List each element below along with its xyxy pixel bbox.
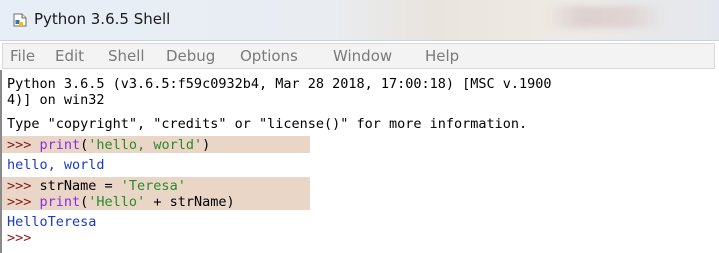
menu-shell[interactable]: Shell bbox=[108, 47, 145, 65]
title-bar[interactable]: Python 3.6.5 Shell bbox=[0, 0, 719, 41]
string-literal: 'hello, world' bbox=[88, 137, 203, 153]
string-literal: 'Teresa' bbox=[120, 178, 186, 194]
banner-line: 4)] on win32 bbox=[7, 92, 105, 108]
menu-edit[interactable]: Edit bbox=[55, 47, 84, 65]
shell-text-area[interactable]: Python 3.6.5 (v3.6.5:f59c0932b4, Mar 28 … bbox=[0, 70, 719, 253]
code-text: strName = bbox=[39, 178, 121, 194]
command-line: >>> strName = 'Teresa' bbox=[7, 178, 186, 194]
title-watermark bbox=[545, 6, 665, 28]
menu-bar: File Edit Shell Debug Options Window Hel… bbox=[2, 43, 715, 69]
keyword: print bbox=[39, 194, 81, 210]
banner-line: Type "copyright", "credits" or "license(… bbox=[7, 116, 528, 132]
prompt: >>> bbox=[7, 137, 40, 153]
output-line: HelloTeresa bbox=[7, 214, 97, 230]
command-line: >>> print('Hello' + strName) bbox=[7, 194, 235, 210]
menu-window[interactable]: Window bbox=[333, 47, 392, 65]
keyword: print bbox=[39, 137, 81, 153]
window-title: Python 3.6.5 Shell bbox=[34, 10, 171, 28]
banner-line: Python 3.6.5 (v3.6.5:f59c0932b4, Mar 28 … bbox=[7, 76, 552, 92]
active-prompt[interactable]: >>> bbox=[7, 230, 31, 246]
menu-debug[interactable]: Debug bbox=[166, 47, 215, 65]
menu-file[interactable]: File bbox=[10, 47, 35, 65]
prompt: >>> bbox=[7, 178, 40, 194]
prompt: >>> bbox=[7, 194, 40, 210]
string-literal: 'Hello' bbox=[88, 194, 146, 210]
output-line: hello, world bbox=[7, 157, 105, 173]
menu-options[interactable]: Options bbox=[240, 47, 298, 65]
command-line: >>> print('hello, world') bbox=[7, 137, 210, 153]
python-shell-icon bbox=[13, 13, 27, 27]
menu-help[interactable]: Help bbox=[425, 47, 459, 65]
paren: ) bbox=[202, 137, 211, 153]
code-text: + strName) bbox=[145, 194, 235, 210]
